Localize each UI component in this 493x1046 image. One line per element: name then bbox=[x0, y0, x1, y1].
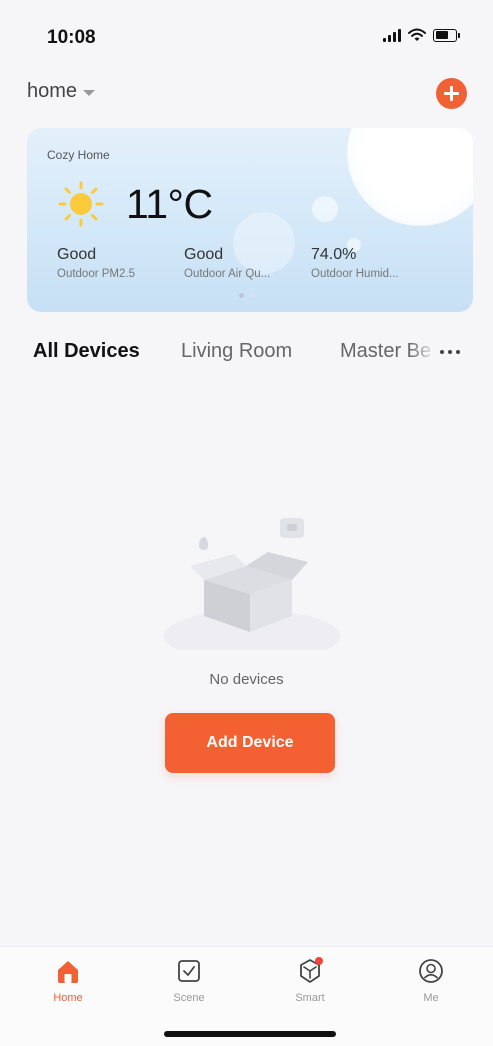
stat-air-quality: Good Outdoor Air Qu... bbox=[184, 246, 270, 280]
empty-state-message: No devices bbox=[209, 671, 284, 688]
home-selector[interactable]: home bbox=[27, 80, 96, 103]
status-icons bbox=[383, 28, 460, 42]
stat-humidity: 74.0% Outdoor Humid... bbox=[311, 246, 399, 280]
room-tabs: All Devices Living Room Master Be bbox=[33, 340, 473, 370]
carousel-dot-active bbox=[239, 293, 244, 298]
caret-down-icon bbox=[83, 89, 96, 96]
home-icon bbox=[58, 961, 78, 983]
nav-label: Scene bbox=[173, 992, 205, 1004]
stat-label: Outdoor Humid... bbox=[311, 268, 399, 280]
tab-master-bedroom[interactable]: Master Be bbox=[340, 340, 436, 363]
nav-scene[interactable]: Scene bbox=[159, 956, 219, 1004]
stat-value: 74.0% bbox=[311, 246, 357, 263]
nav-smart[interactable]: Smart bbox=[280, 956, 340, 1004]
home-selector-label: home bbox=[27, 80, 78, 102]
more-options-icon[interactable] bbox=[440, 350, 460, 354]
stat-pm25: Good Outdoor PM2.5 bbox=[57, 246, 135, 280]
weather-location: Cozy Home bbox=[47, 148, 110, 162]
carousel-dots bbox=[239, 293, 255, 298]
add-device-button[interactable]: Add Device bbox=[165, 713, 335, 773]
empty-box-icon bbox=[164, 518, 340, 650]
nav-me[interactable]: Me bbox=[401, 956, 461, 1004]
stat-label: Outdoor Air Qu... bbox=[184, 268, 271, 280]
tab-all-devices[interactable]: All Devices bbox=[33, 340, 140, 363]
nav-home[interactable]: Home bbox=[38, 956, 98, 1004]
home-indicator bbox=[164, 1031, 336, 1037]
stat-value: Good bbox=[184, 246, 224, 263]
wifi-icon bbox=[408, 28, 426, 41]
cellular-signal-icon bbox=[383, 28, 401, 42]
stat-label: Outdoor PM2.5 bbox=[57, 268, 135, 280]
profile-icon bbox=[419, 959, 443, 983]
battery-icon bbox=[433, 28, 460, 42]
scene-icon bbox=[178, 960, 200, 982]
nav-label: Home bbox=[53, 992, 83, 1004]
nav-label: Me bbox=[423, 992, 439, 1004]
add-button[interactable] bbox=[436, 78, 467, 109]
status-bar: 10:08 bbox=[0, 0, 493, 72]
status-time: 10:08 bbox=[47, 27, 96, 48]
weather-card[interactable]: Cozy Home 11°C Good Outdoor PM2.5 Good O… bbox=[27, 128, 473, 312]
bubble-decoration bbox=[312, 196, 338, 222]
temperature: 11°C bbox=[126, 181, 213, 227]
cloud-decoration bbox=[347, 128, 473, 226]
nav-label: Smart bbox=[295, 992, 325, 1004]
carousel-dot bbox=[250, 293, 255, 298]
tab-living-room[interactable]: Living Room bbox=[181, 340, 292, 363]
stat-value: Good bbox=[57, 246, 97, 263]
smart-icon bbox=[300, 957, 323, 983]
sun-icon bbox=[58, 181, 104, 227]
